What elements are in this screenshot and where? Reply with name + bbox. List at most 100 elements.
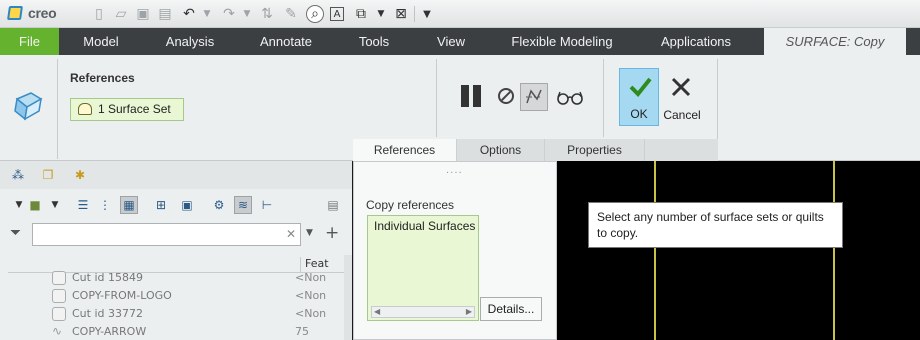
tree-settings-icon[interactable]: ▣ [178, 196, 196, 214]
tree-filter-row: ⏷ ✕ ▼ + [0, 221, 352, 251]
tab-surface-copy[interactable]: SURFACE: Copy [764, 28, 906, 55]
surface-set-icon [78, 103, 92, 115]
toolbar-separator [414, 6, 415, 22]
close-icon [671, 77, 691, 97]
feature-preview-button[interactable] [520, 83, 548, 111]
part-icon[interactable]: ■ [26, 196, 44, 214]
hierarchy-icon[interactable]: ⊢ [258, 196, 276, 214]
open-icon[interactable]: ▱ [112, 5, 130, 23]
panel-grip[interactable]: .... [446, 165, 463, 176]
model-tree-panel: ⁂ ❐ ✱ ▼ ■ ▼ ☰ ⋮ ▦ ⊞ ▣ ⚙ ≋ ⊢ ▤ ⏷ ✕ ▼ + Fe… [0, 161, 352, 340]
ok-label: OK [630, 107, 648, 121]
creo-logo-icon [7, 6, 23, 20]
details-button[interactable]: Details... [480, 297, 542, 321]
tab-model[interactable]: Model [68, 28, 134, 55]
navigator-tabs: ⁂ ❐ ✱ [0, 161, 352, 189]
tab-view[interactable]: View [426, 28, 476, 55]
model-edge [654, 161, 656, 340]
tree-row-label: Cut id 33772 [72, 307, 143, 320]
tab-properties[interactable]: Properties [544, 139, 644, 161]
cancel-button[interactable]: Cancel [662, 68, 702, 126]
favorites-tab-icon[interactable]: ✱ [70, 165, 90, 185]
tab-analysis[interactable]: Analysis [152, 28, 228, 55]
tree-columns-icon[interactable]: ⋮ [96, 196, 114, 214]
regenerate-icon[interactable]: ⇅ [258, 5, 276, 23]
text-icon[interactable]: A [330, 7, 344, 21]
close-window-icon[interactable]: ⊠ [392, 5, 410, 23]
ribbon-separator [436, 59, 437, 137]
scroll-left-icon[interactable]: ◀ [374, 307, 380, 316]
tab-file[interactable]: File [0, 28, 59, 55]
tab-options[interactable]: Options [456, 139, 544, 161]
windows-icon[interactable]: ⧉ [352, 5, 370, 23]
tree-row-value: <Non [295, 289, 327, 302]
reference-collector[interactable]: 1 Surface Set [70, 98, 184, 121]
tree-row[interactable]: COPY-FROM-LOGO <Non [52, 287, 342, 305]
curve-feature-icon: ∿ [52, 324, 63, 338]
verify-button[interactable] [556, 87, 584, 107]
dashboard-tab-spacer [644, 139, 718, 161]
quick-access-toolbar: creo ▯ ▱ ▣ ▤ ↶ ▼ ↷ ▼ ⇅ ✎ ⌕ A ⧉ ▼ ⊠ ▼ [0, 0, 920, 28]
tab-references[interactable]: References [353, 139, 456, 161]
show-details-icon[interactable]: ▦ [120, 196, 138, 214]
clear-icon[interactable]: ✕ [286, 227, 296, 241]
model-tree-toolbar: ▼ ■ ▼ ☰ ⋮ ▦ ⊞ ▣ ⚙ ≋ ⊢ ▤ [0, 189, 352, 221]
redo-icon[interactable]: ↷ [220, 5, 238, 23]
folder-browser-tab-icon[interactable]: ❐ [38, 165, 58, 185]
tree-row-label: COPY-ARROW [72, 325, 147, 338]
list-item[interactable]: Individual Surfaces [374, 219, 475, 233]
tree-row-value: <Non [295, 271, 327, 284]
ribbon-separator [57, 59, 58, 159]
surface-copy-feature-icon [14, 92, 43, 121]
tree-row-label: COPY-FROM-LOGO [72, 289, 172, 302]
notes-icon[interactable]: ▤ [324, 196, 342, 214]
tree-list-icon[interactable]: ☰ [74, 196, 92, 214]
tree-row[interactable]: ∿ COPY-ARROW 75 [52, 323, 342, 340]
customize-icon[interactable]: ▼ [418, 5, 436, 23]
reference-collector-label: 1 Surface Set [98, 102, 171, 116]
tab-annotate[interactable]: Annotate [246, 28, 326, 55]
save-as-icon[interactable]: ▤ [156, 5, 174, 23]
tab-tools[interactable]: Tools [345, 28, 403, 55]
gear-icon[interactable]: ⚙ [210, 196, 228, 214]
save-icon[interactable]: ▣ [134, 5, 152, 23]
checkmark-icon [629, 77, 652, 97]
windows-dropdown-icon[interactable]: ▼ [372, 5, 390, 23]
new-icon[interactable]: ▯ [90, 5, 108, 23]
creo-logo: creo [28, 5, 57, 21]
layers-icon[interactable]: ≋ [234, 196, 252, 214]
tree-scrollbar[interactable] [344, 255, 352, 340]
no-preview-icon[interactable] [498, 88, 514, 104]
list-horizontal-scrollbar[interactable]: ◀ ▶ [371, 306, 475, 318]
tree-row[interactable]: Cut id 15849 <Non [52, 269, 342, 287]
copy-references-list[interactable]: Individual Surfaces ◀ ▶ [367, 215, 479, 321]
filter-dropdown-icon[interactable]: ▼ [306, 228, 313, 238]
settings-icon[interactable]: ✎ [282, 5, 300, 23]
tree-search-input[interactable] [32, 223, 301, 246]
tab-applications[interactable]: Applications [648, 28, 744, 55]
tree-filter-icon[interactable]: ⊞ [152, 196, 170, 214]
tree-row[interactable]: Cut id 33772 <Non [52, 305, 342, 323]
add-icon[interactable]: + [325, 223, 339, 243]
pause-button[interactable] [458, 84, 484, 108]
ribbon-tab-bar: File Model Analysis Annotate Tools View … [0, 28, 920, 55]
tooltip: Select any number of surface sets or qui… [588, 202, 843, 248]
ok-button[interactable]: OK [619, 68, 659, 126]
part-dropdown-icon[interactable]: ▼ [46, 196, 64, 214]
undo-dropdown-icon[interactable]: ▼ [198, 5, 216, 23]
tab-flexible-modeling[interactable]: Flexible Modeling [500, 28, 624, 55]
zoom-icon[interactable]: ⌕ [306, 5, 324, 23]
references-slide-panel: .... Copy references Individual Surfaces… [353, 161, 557, 340]
undo-icon[interactable]: ↶ [180, 5, 198, 23]
copy-feature-icon [52, 289, 66, 303]
tree-row-value: 75 [295, 325, 309, 338]
redo-dropdown-icon[interactable]: ▼ [238, 5, 256, 23]
graphics-window[interactable]: Select any number of surface sets or qui… [557, 161, 920, 340]
pause-icon [461, 85, 469, 107]
tree-row-value: <Non [295, 307, 327, 320]
tree-row-label: Cut id 15849 [72, 271, 143, 284]
model-tree-tab-icon[interactable]: ⁂ [8, 165, 28, 185]
scroll-right-icon[interactable]: ▶ [466, 307, 472, 316]
references-group-title: References [70, 71, 135, 85]
cancel-label: Cancel [663, 108, 701, 122]
